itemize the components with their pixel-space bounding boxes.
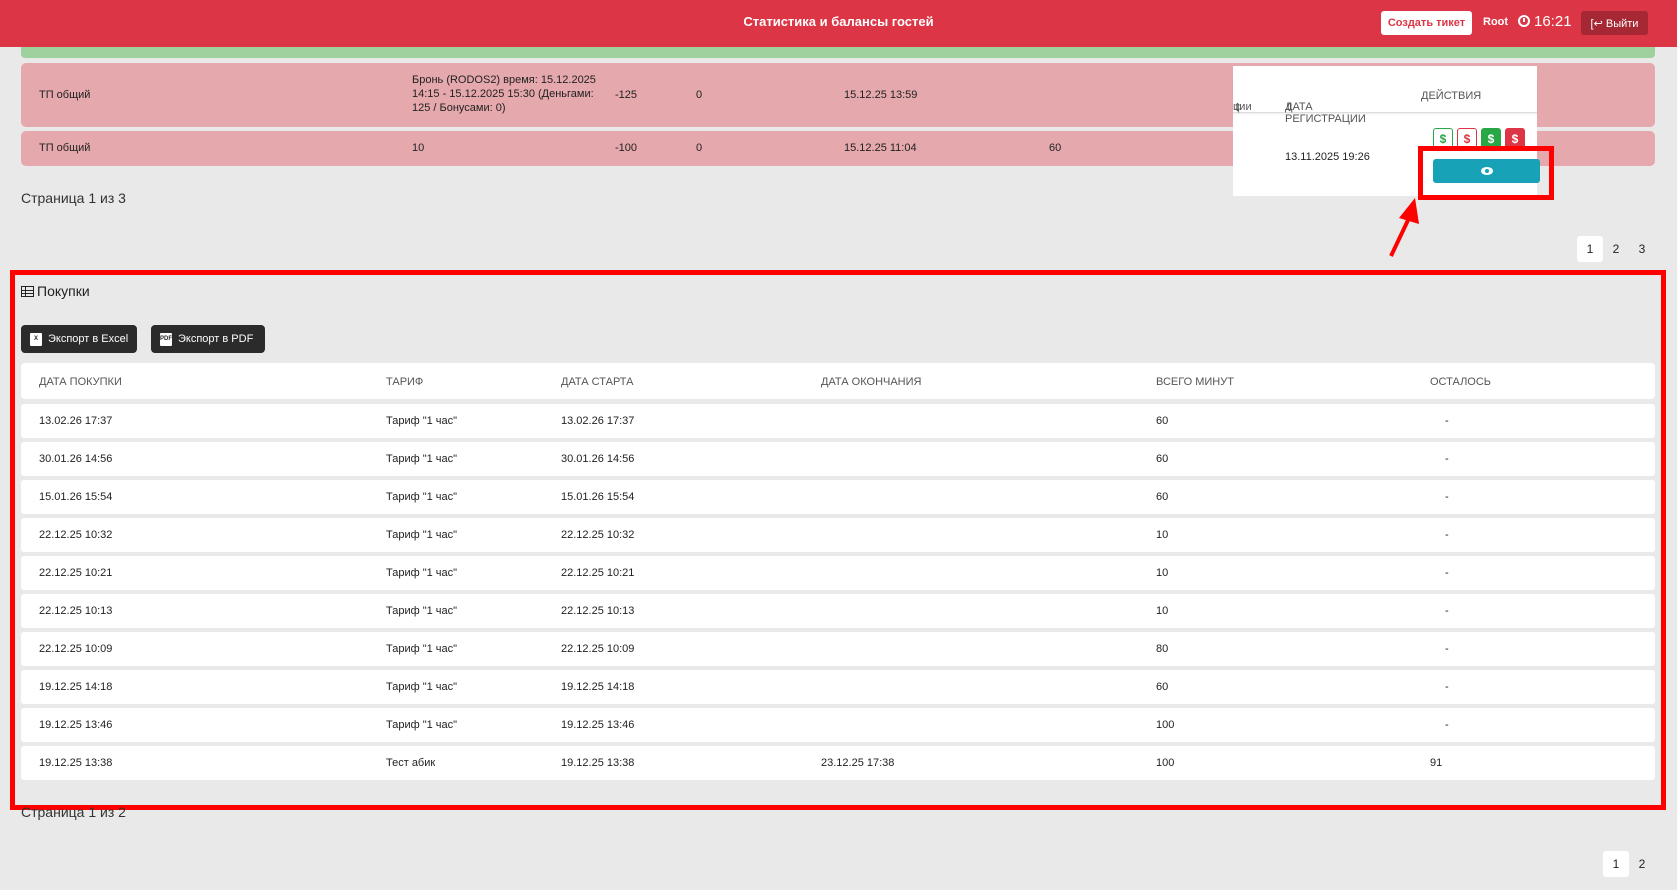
- highlight-view-button: [1418, 146, 1554, 200]
- balance-amount: -100: [615, 142, 638, 154]
- col-purchase-date: ДАТА ПОКУПКИ: [39, 376, 122, 388]
- user-name: Root: [1483, 16, 1509, 28]
- balance-minutes: 60: [1049, 142, 1062, 154]
- balance-row-positive: [21, 47, 1655, 58]
- purchases-page-info: Страница 1 из 2: [21, 804, 126, 820]
- registration-date: 13.11.2025 19:26: [1285, 151, 1370, 163]
- table-row: 13.02.26 17:37 Тариф "1 час" 13.02.26 17:3…: [21, 404, 1655, 438]
- table-icon: [21, 286, 34, 297]
- clock: 16:21: [1518, 13, 1572, 30]
- balance-description: 10: [412, 142, 425, 154]
- purchases-table-header: ДАТА ПОКУПКИ ТАРИФ ДАТА СТАРТА ДАТА ОКОН…: [21, 363, 1655, 399]
- col-tariff: ТАРИФ: [386, 376, 424, 388]
- clock-time: 16:21: [1534, 13, 1572, 30]
- balance-bonus: 0: [696, 89, 703, 101]
- col-remaining: ОСТАЛОСЬ: [1430, 376, 1492, 388]
- table-row: 19.12.25 13:46 Тариф "1 час" 19.12.25 13:4…: [21, 708, 1655, 742]
- top-bar: Статистика и балансы гостей Создать тике…: [0, 0, 1677, 47]
- table-row: 22.12.25 10:09 Тариф "1 час" 22.12.25 10:0…: [21, 632, 1655, 666]
- balance-description: Бронь (RODOS2) время: 15.12.2025 14:15 -…: [412, 74, 596, 114]
- balance-page-2[interactable]: 2: [1603, 236, 1629, 262]
- logout-icon: [↩: [1590, 17, 1603, 30]
- sort-icon: ⇕: [1285, 102, 1295, 114]
- logout-button[interactable]: [↩ Выйти: [1581, 11, 1648, 35]
- inset-col-actions: ДЕЙСТВИЯ: [1421, 90, 1482, 102]
- balance-type: ТП общий: [39, 89, 91, 101]
- col-end-date: ДАТА ОКОНЧАНИЯ: [821, 376, 922, 388]
- clock-icon: [1518, 15, 1530, 27]
- export-excel-button[interactable]: X Экспорт в Excel: [21, 325, 137, 353]
- sort-icon: ⇕: [1233, 102, 1243, 114]
- table-row: 19.12.25 13:38 Тест абик 19.12.25 13:38 23.…: [21, 746, 1655, 780]
- table-row: 22.12.25 10:13 Тариф "1 час" 22.12.25 10:1…: [21, 594, 1655, 628]
- balance-page-info: Страница 1 из 3: [21, 190, 126, 206]
- table-row: 19.12.25 14:18 Тариф "1 час" 19.12.25 14:1…: [21, 670, 1655, 704]
- excel-file-icon: X: [30, 333, 42, 346]
- balance-date: 15.12.25 11:04: [844, 142, 917, 154]
- create-ticket-button[interactable]: Создать тикет: [1381, 11, 1472, 35]
- table-row: 22.12.25 10:32 Тариф "1 час" 22.12.25 10:3…: [21, 518, 1655, 552]
- balance-date: 15.12.25 13:59: [844, 89, 918, 101]
- purchases-page-1[interactable]: 1: [1603, 851, 1629, 877]
- col-total-minutes: ВСЕГО МИНУТ: [1156, 376, 1234, 388]
- col-start-date: ДАТА СТАРТА: [561, 376, 634, 388]
- table-row: 22.12.25 10:21 Тариф "1 час" 22.12.25 10:2…: [21, 556, 1655, 590]
- export-pdf-button[interactable]: PDF Экспорт в PDF: [151, 325, 265, 353]
- balance-page-3[interactable]: 3: [1629, 236, 1655, 262]
- balance-bonus: 0: [696, 142, 703, 154]
- balance-page-1[interactable]: 1: [1577, 236, 1603, 262]
- balance-type: ТП общий: [39, 142, 91, 154]
- table-row: 30.01.26 14:56 Тариф "1 час" 30.01.26 14:5…: [21, 442, 1655, 476]
- inset-table-header: ции ⇕ ДАТА РЕГИСТРАЦИИ ⇕ ДЕЙСТВИЯ: [1233, 79, 1537, 125]
- table-row: 15.01.26 15:54 Тариф "1 час" 15.01.26 15:5…: [21, 480, 1655, 514]
- balance-amount: -125: [615, 89, 638, 101]
- pdf-file-icon: PDF: [160, 333, 172, 346]
- purchases-title: Покупки: [21, 283, 90, 299]
- purchases-page-2[interactable]: 2: [1629, 851, 1655, 877]
- annotation-arrow: [1389, 198, 1419, 257]
- logout-label: Выйти: [1605, 17, 1639, 30]
